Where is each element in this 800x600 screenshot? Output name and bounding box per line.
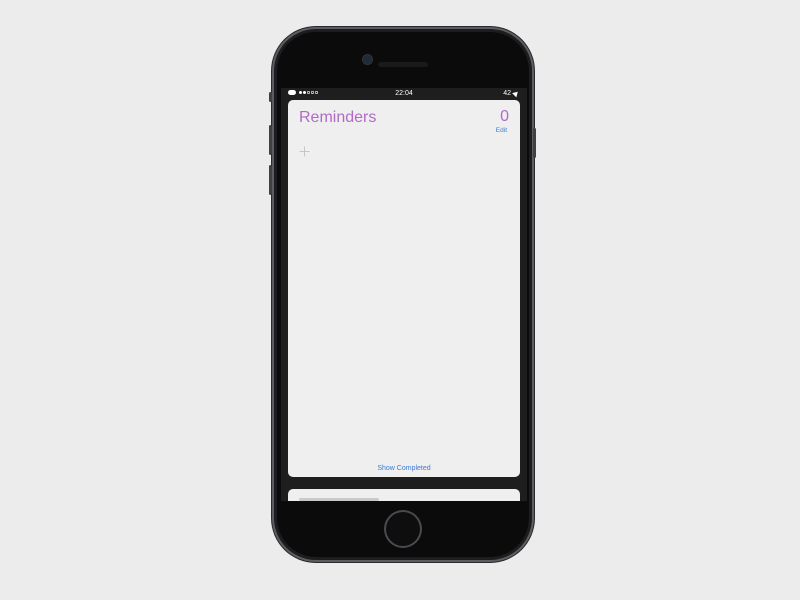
volume-down-button <box>269 165 272 195</box>
earpiece-speaker <box>378 62 428 67</box>
plus-icon[interactable] <box>299 146 310 157</box>
list-title[interactable]: Reminders <box>299 109 376 127</box>
show-completed-button[interactable]: Show Completed <box>288 465 520 472</box>
edit-button[interactable]: Edit <box>496 127 507 134</box>
mute-switch <box>269 92 272 102</box>
next-list-title-placeholder <box>299 498 379 501</box>
front-camera <box>363 55 372 64</box>
status-time: 22:04 <box>395 90 413 97</box>
status-bar: 22:04 42 <box>281 88 527 99</box>
home-button[interactable] <box>386 512 420 546</box>
status-right-text: 42 <box>503 90 511 97</box>
next-list-card[interactable] <box>288 489 520 501</box>
power-button <box>533 128 536 158</box>
status-right: 42 <box>503 89 520 98</box>
volume-up-button <box>269 125 272 155</box>
location-arrow-icon <box>512 89 520 98</box>
stage: 22:04 42 Reminders 0 Edit Show Completed <box>0 0 800 600</box>
reminder-count: 0 <box>500 108 509 125</box>
phone-screen: 22:04 42 Reminders 0 Edit Show Completed <box>281 88 527 501</box>
reminders-card: Reminders 0 Edit Show Completed <box>288 100 520 477</box>
